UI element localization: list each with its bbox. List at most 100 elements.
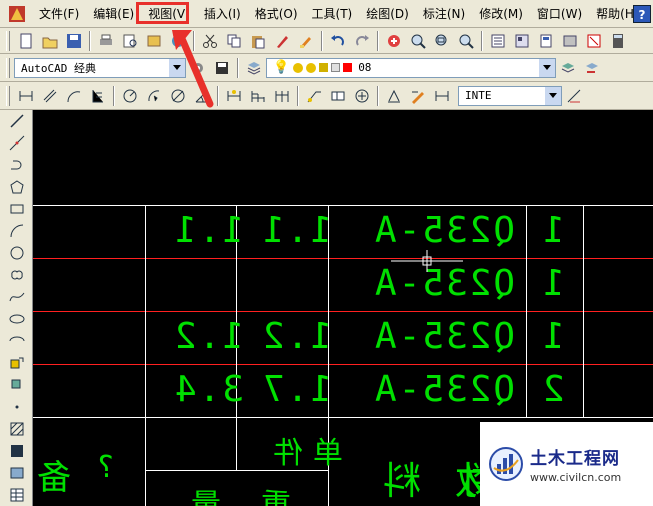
spline-icon[interactable]	[5, 286, 29, 308]
point-icon[interactable]	[5, 396, 29, 418]
properties-icon[interactable]	[488, 31, 508, 51]
zoom-realtime-icon[interactable]	[408, 31, 428, 51]
menu-dimension[interactable]: 标注(N)	[416, 0, 472, 28]
dimension-edit-icon[interactable]	[384, 86, 404, 106]
menu-modify[interactable]: 修改(M)	[472, 0, 530, 28]
chevron-down-icon[interactable]	[169, 58, 185, 77]
sheet-set-manager-icon[interactable]	[560, 31, 580, 51]
layer-select[interactable]: 💡 08	[266, 57, 556, 78]
lightbulb-icon: 💡	[273, 60, 290, 75]
diameter-dimension-icon[interactable]	[168, 86, 188, 106]
quick-dimension-icon[interactable]	[224, 86, 244, 106]
tolerance-icon[interactable]	[328, 86, 348, 106]
publish-icon[interactable]	[144, 31, 164, 51]
rectangle-icon[interactable]	[5, 198, 29, 220]
cut-icon[interactable]	[200, 31, 220, 51]
etransmit-icon[interactable]	[168, 31, 188, 51]
crosshair-cursor-icon	[391, 250, 463, 272]
menu-edit[interactable]: 编辑(E)	[86, 0, 141, 28]
linear-dimension-icon[interactable]	[16, 86, 36, 106]
arc-icon[interactable]	[5, 220, 29, 242]
circle-icon[interactable]	[5, 242, 29, 264]
layer-previous-icon[interactable]	[582, 58, 602, 78]
construction-line-icon[interactable]	[5, 132, 29, 154]
menu-format[interactable]: 格式(O)	[248, 0, 305, 28]
match-properties-icon[interactable]	[272, 31, 292, 51]
toolbar-grip[interactable]	[6, 57, 10, 78]
layer-properties-icon[interactable]	[244, 58, 264, 78]
pan-realtime-icon[interactable]	[384, 31, 404, 51]
workspace-save-icon[interactable]	[212, 58, 232, 78]
ellipse-icon[interactable]	[5, 308, 29, 330]
menu-draw[interactable]: 绘图(D)	[359, 0, 416, 28]
tool-palettes-icon[interactable]	[536, 31, 556, 51]
dimension-text-edit-icon[interactable]	[408, 86, 428, 106]
hatch-icon[interactable]	[5, 418, 29, 440]
make-block-icon[interactable]	[5, 374, 29, 396]
dimension-style-icon[interactable]	[564, 86, 584, 106]
continue-dimension-icon[interactable]	[272, 86, 292, 106]
workspace-settings-icon[interactable]	[188, 58, 208, 78]
autocad-app-icon[interactable]	[8, 5, 26, 23]
open-icon[interactable]	[40, 31, 60, 51]
gradient-icon[interactable]	[5, 440, 29, 462]
aligned-dimension-icon[interactable]	[40, 86, 60, 106]
ordinate-dimension-icon[interactable]	[88, 86, 108, 106]
polyline-icon[interactable]	[5, 154, 29, 176]
toolbar-separator	[297, 85, 299, 106]
center-mark-icon[interactable]	[352, 86, 372, 106]
chevron-down-icon[interactable]	[545, 86, 561, 105]
undo-icon[interactable]	[328, 31, 348, 51]
table-header-text: 重量	[151, 488, 291, 506]
block-editor-icon[interactable]	[296, 31, 316, 51]
arc-length-icon[interactable]	[64, 86, 84, 106]
zoom-previous-icon[interactable]	[456, 31, 476, 51]
menu-insert[interactable]: 插入(I)	[197, 0, 248, 28]
print-preview-icon[interactable]	[120, 31, 140, 51]
make-object-layer-current-icon[interactable]	[558, 58, 578, 78]
markup-set-manager-icon[interactable]	[584, 31, 604, 51]
menu-window[interactable]: 窗口(W)	[530, 0, 589, 28]
toolbar-separator	[217, 85, 219, 106]
print-icon[interactable]	[96, 31, 116, 51]
menu-file[interactable]: 文件(F)	[32, 0, 86, 28]
drawing-canvas[interactable]: 1.1 1.1 Q235-A 1 Q235-A 1 1.2 1.2 Q235-A…	[33, 110, 653, 506]
toolbar-grip[interactable]	[6, 85, 10, 106]
line-icon[interactable]	[5, 110, 29, 132]
angular-dimension-icon[interactable]	[192, 86, 212, 106]
toolbar-grip[interactable]	[6, 30, 10, 51]
ellipse-arc-icon[interactable]	[5, 330, 29, 352]
jogged-dimension-icon[interactable]	[144, 86, 164, 106]
layer-color-swatch	[343, 63, 353, 72]
help-icon[interactable]: ?	[633, 5, 651, 23]
plot-icon	[331, 63, 341, 72]
new-icon[interactable]	[16, 31, 36, 51]
zoom-window-icon[interactable]	[432, 31, 452, 51]
toolbar-separator	[377, 30, 379, 51]
menu-tools[interactable]: 工具(T)	[305, 0, 360, 28]
dimension-update-icon[interactable]	[432, 86, 452, 106]
redo-icon[interactable]	[352, 31, 372, 51]
radius-dimension-icon[interactable]	[120, 86, 140, 106]
menu-view[interactable]: 视图(V)	[141, 0, 197, 28]
save-icon[interactable]	[64, 31, 84, 51]
dimstyle-select[interactable]: INTE	[458, 85, 562, 106]
chevron-down-icon[interactable]	[539, 58, 555, 77]
dimension-toolbar: INTE	[0, 82, 653, 110]
insert-block-icon[interactable]	[5, 352, 29, 374]
polygon-icon[interactable]	[5, 176, 29, 198]
table-border-white	[33, 417, 653, 418]
revision-cloud-icon[interactable]	[5, 264, 29, 286]
calculator-icon[interactable]	[608, 31, 628, 51]
quick-leader-icon[interactable]	[304, 86, 324, 106]
baseline-dimension-icon[interactable]	[248, 86, 268, 106]
table-cell-unit-weight: 1.2	[261, 316, 333, 357]
workspace-select[interactable]: AutoCAD 经典	[14, 57, 186, 78]
copy-icon[interactable]	[224, 31, 244, 51]
region-icon[interactable]	[5, 462, 29, 484]
table-cell-unit-weight: 1.1	[261, 210, 333, 251]
design-center-icon[interactable]	[512, 31, 532, 51]
table-icon[interactable]	[5, 484, 29, 506]
paste-icon[interactable]	[248, 31, 268, 51]
toolbar-separator	[113, 85, 115, 106]
